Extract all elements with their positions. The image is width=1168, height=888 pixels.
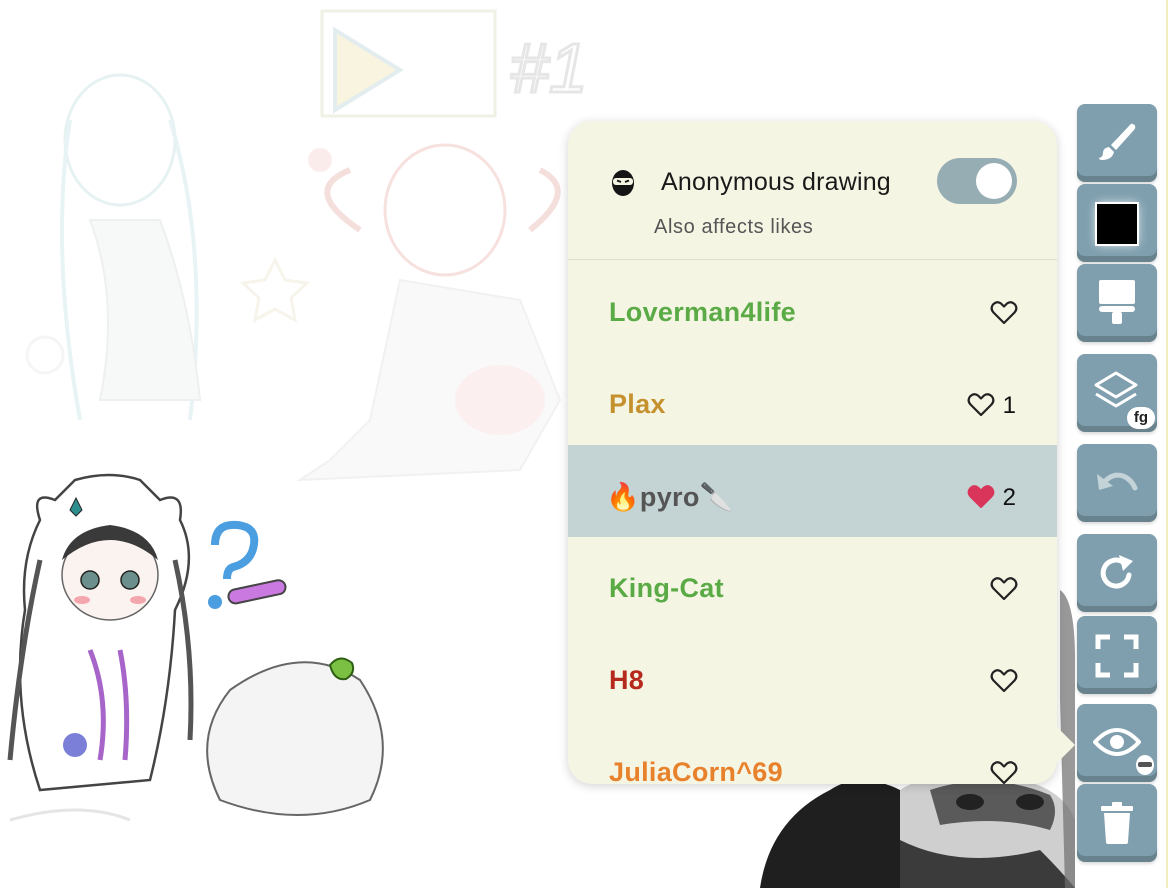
color-picker-button[interactable] [1077, 184, 1157, 262]
canvas-sketch-play [320, 9, 497, 118]
brush-tool-button[interactable] [1077, 104, 1157, 182]
heart-outline-icon[interactable] [990, 299, 1018, 325]
user-row-plax[interactable]: Plax 1 [568, 353, 1057, 445]
anonymous-drawing-hint: Also affects likes [654, 216, 814, 238]
anonymous-drawing-label: Anonymous drawing [661, 168, 891, 196]
user-row-juliacorn[interactable]: JuliaCorn^69 [568, 721, 1057, 784]
layer-tool-button[interactable]: fg [1077, 354, 1157, 432]
like-count: 2 [1002, 484, 1016, 511]
layer-badge: fg [1127, 407, 1155, 429]
user-name: JuliaCorn^69 [609, 757, 783, 784]
fill-tool-button[interactable] [1077, 264, 1157, 342]
canvas-drawing-catgirl [7, 473, 384, 822]
ninja-badge-icon [1136, 755, 1154, 775]
user-row-pyro[interactable]: 🔥pyro🔪 2 [568, 445, 1057, 537]
heart-outline-icon[interactable] [990, 575, 1018, 601]
heart-outline-icon[interactable] [990, 667, 1018, 693]
anonymous-drawing-toggle[interactable] [937, 158, 1017, 204]
heart-outline-icon[interactable] [990, 759, 1018, 784]
user-row-king-cat[interactable]: King-Cat [568, 537, 1057, 629]
heart-filled-icon[interactable] [967, 483, 995, 509]
user-name: Plax [609, 389, 666, 419]
redo-icon [1100, 555, 1133, 589]
likes-panel: Anonymous drawing Also affects likes Lov… [568, 121, 1057, 784]
canvas-sketch-teto [296, 143, 562, 482]
user-list: Loverman4life Plax 1 🔥pyro🔪 2 King-Cat H… [568, 261, 1057, 784]
canvas-sketch-text: #1 [510, 29, 588, 107]
color-swatch [1097, 204, 1137, 244]
user-row-h8[interactable]: H8 [568, 629, 1057, 721]
anonymous-setting: Anonymous drawing Also affects likes [568, 121, 1057, 260]
user-name: Loverman4life [609, 297, 796, 327]
ninja-icon [612, 170, 634, 196]
user-name: H8 [609, 665, 645, 695]
eye-icon [1093, 728, 1141, 756]
redo-tool-button[interactable] [1077, 534, 1157, 612]
panel-pointer [1057, 727, 1075, 763]
user-row-loverman4life[interactable]: Loverman4life [568, 261, 1057, 353]
fire-emoji: 🔥 [606, 482, 640, 512]
paintbrush-icon [1099, 123, 1136, 160]
heart-outline-icon[interactable] [967, 391, 995, 417]
toggle-knob [976, 163, 1012, 199]
knife-emoji: 🔪 [699, 482, 734, 512]
delete-tool-button[interactable] [1077, 784, 1157, 862]
user-name-text: pyro [639, 482, 700, 512]
user-name: King-Cat [609, 573, 724, 603]
canvas-sketch-miku [25, 73, 311, 421]
fullscreen-tool-button[interactable] [1077, 616, 1157, 694]
visibility-tool-button[interactable] [1077, 704, 1157, 782]
user-name: 🔥pyro🔪 [606, 481, 734, 513]
paint-roller-icon [1099, 280, 1135, 324]
trash-icon [1101, 802, 1133, 844]
undo-tool-button[interactable] [1077, 444, 1157, 522]
expand-icon [1095, 634, 1139, 678]
like-count: 1 [1002, 392, 1016, 419]
undo-icon [1097, 472, 1138, 491]
